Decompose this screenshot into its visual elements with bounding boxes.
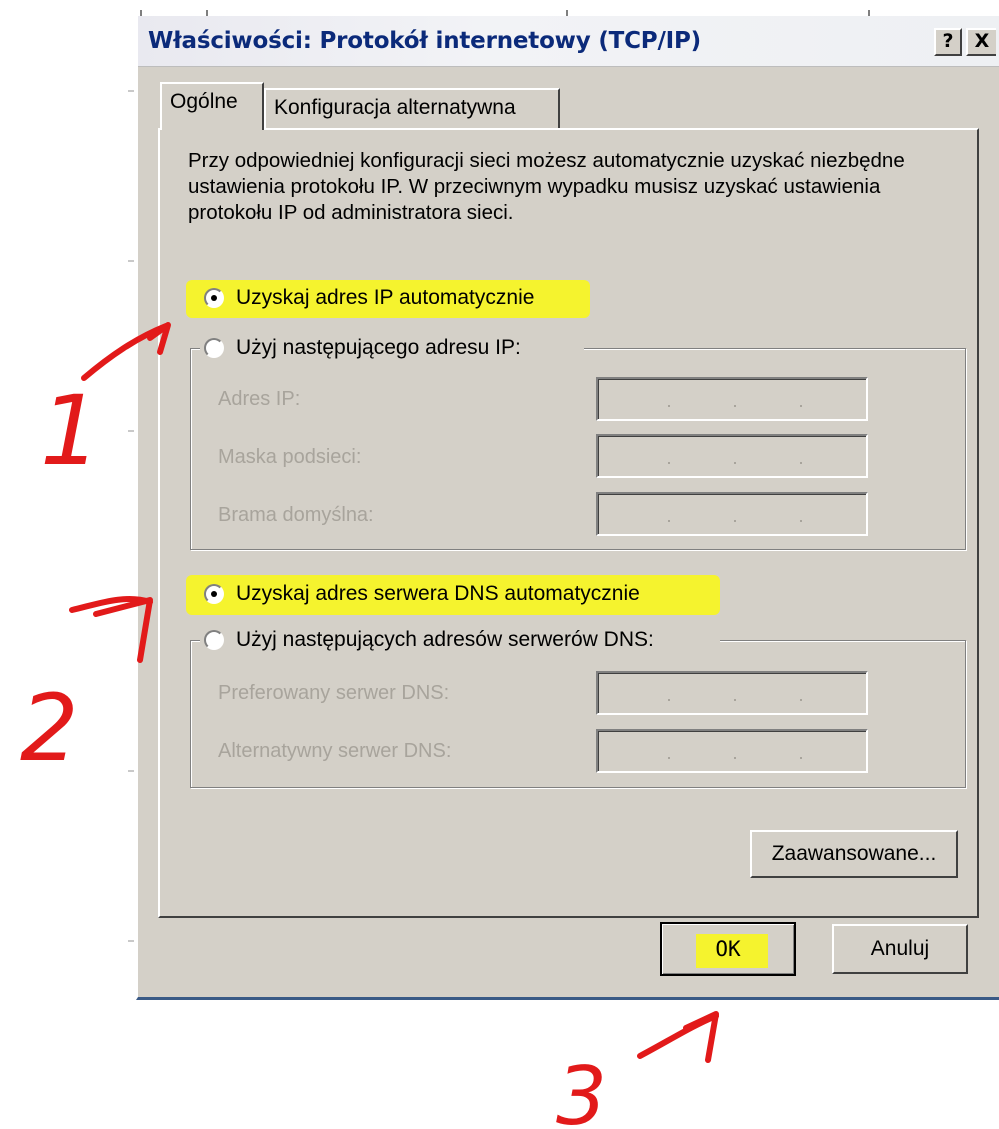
- tab-general-label: Ogólne: [170, 90, 238, 113]
- preferred-dns-label: Preferowany serwer DNS:: [218, 682, 450, 704]
- tab-alternate-configuration-label: Konfiguracja alternatywna: [274, 96, 516, 119]
- use-following-dns-option[interactable]: Użyj następujących adresów serwerów DNS:: [204, 628, 654, 652]
- annotation-step-3: 3: [556, 1050, 607, 1129]
- ip-address-field[interactable]: [596, 377, 868, 421]
- title-bar[interactable]: Właściwości: Protokół internetowy (TCP/I…: [138, 16, 999, 67]
- subnet-mask-field[interactable]: [596, 434, 868, 478]
- radio-button-checked[interactable]: [204, 288, 224, 308]
- radio-button[interactable]: [204, 630, 224, 650]
- use-following-ip-label: Użyj następującego adresu IP:: [236, 336, 521, 359]
- use-following-ip-option[interactable]: Użyj następującego adresu IP:: [204, 336, 521, 360]
- arrow-3-head: [683, 1011, 719, 1063]
- alternate-dns-field[interactable]: [596, 729, 868, 773]
- tcpip-properties-dialog: Właściwości: Protokół internetowy (TCP/I…: [136, 16, 999, 1000]
- help-button[interactable]: ?: [934, 28, 962, 56]
- alternate-dns-label: Alternatywny serwer DNS:: [218, 740, 452, 762]
- obtain-ip-automatically-label: Uzyskaj adres IP automatycznie: [236, 286, 535, 309]
- background-window-edge: [128, 0, 134, 1000]
- radio-button[interactable]: [204, 338, 224, 358]
- intro-text: Przy odpowiedniej konfiguracji sieci moż…: [188, 149, 905, 224]
- obtain-dns-automatically-option[interactable]: Uzyskaj adres serwera DNS automatycznie: [204, 582, 640, 606]
- default-gateway-label: Brama domyślna:: [218, 504, 374, 526]
- advanced-button[interactable]: Zaawansowane...: [750, 830, 958, 878]
- tab-general[interactable]: Ogólne: [160, 82, 264, 130]
- tab-alternate-configuration[interactable]: Konfiguracja alternatywna: [264, 88, 560, 128]
- cancel-button[interactable]: Anuluj: [832, 924, 968, 974]
- annotation-step-2: 2: [20, 675, 79, 782]
- arrow-3-shaft: [637, 1013, 719, 1059]
- window-title: Właściwości: Protokół internetowy (TCP/I…: [148, 28, 701, 54]
- annotation-step-1: 1: [40, 375, 101, 487]
- radio-button-checked[interactable]: [204, 584, 224, 604]
- subnet-mask-label: Maska podsieci:: [218, 446, 362, 468]
- ip-address-label: Adres IP:: [218, 388, 301, 410]
- ok-button[interactable]: OK: [660, 922, 796, 976]
- close-button[interactable]: X: [966, 28, 996, 56]
- obtain-ip-automatically-option[interactable]: Uzyskaj adres IP automatycznie: [204, 286, 534, 310]
- ok-button-label: OK: [715, 937, 741, 961]
- preferred-dns-field[interactable]: [596, 671, 868, 715]
- default-gateway-field[interactable]: [596, 492, 868, 536]
- use-following-dns-label: Użyj następujących adresów serwerów DNS:: [236, 628, 654, 651]
- obtain-dns-automatically-label: Uzyskaj adres serwera DNS automatycznie: [236, 582, 640, 605]
